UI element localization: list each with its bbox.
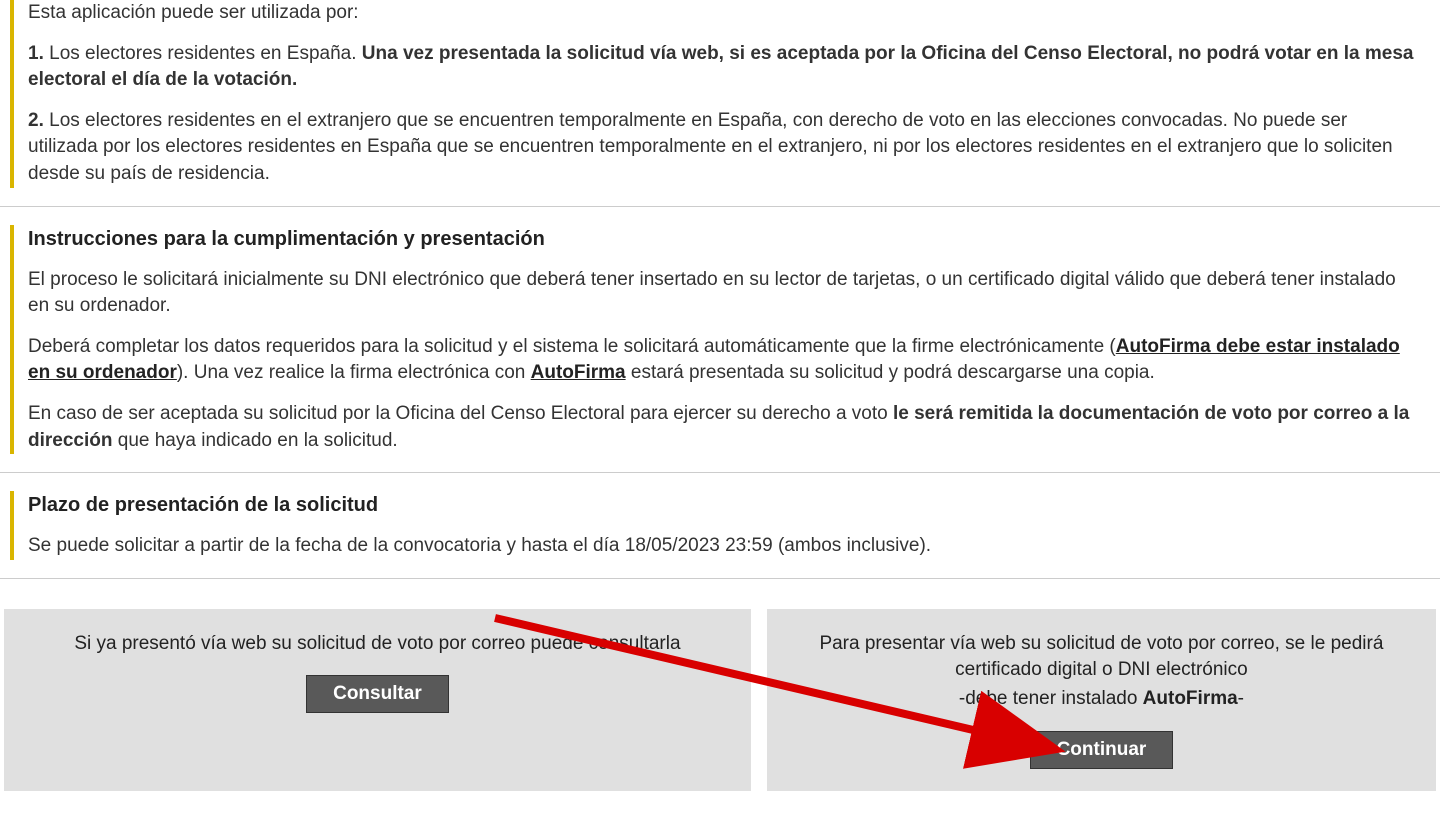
usage-item-2: 2. Los electores residentes en el extran… (28, 108, 1420, 188)
item1-plain: Los electores residentes en España. (44, 43, 362, 64)
continue-box: Para presentar vía web su solicitud de v… (767, 609, 1436, 791)
item2-number: 2. (28, 110, 44, 131)
consult-box: Si ya presentó vía web su solicitud de v… (4, 609, 751, 791)
intro-text: Esta aplicación puede ser utilizada por: (28, 0, 1420, 27)
section-deadline: Plazo de presentación de la solicitud Se… (10, 491, 1420, 560)
continue-button[interactable]: Continuar (1030, 731, 1174, 769)
divider-1 (0, 206, 1440, 207)
item1-number: 1. (28, 43, 44, 64)
actions-row: Si ya presentó vía web su solicitud de v… (0, 609, 1440, 809)
divider-3 (0, 578, 1440, 579)
p3-b: que haya indicado en la solicitud. (112, 430, 397, 451)
instructions-p2: Deberá completar los datos requeridos pa… (28, 334, 1420, 387)
p3-a: En caso de ser aceptada su solicitud por… (28, 403, 893, 424)
consult-text: Si ya presentó vía web su solicitud de v… (34, 631, 721, 658)
section-instructions: Instrucciones para la cumplimentación y … (10, 225, 1420, 455)
deadline-title: Plazo de presentación de la solicitud (28, 491, 1420, 519)
p2-b: ). Una vez realice la firma electrónica … (177, 362, 531, 383)
instructions-p1: El proceso le solicitará inicialmente su… (28, 267, 1420, 320)
p2-c: estará presentada su solicitud y podrá d… (626, 362, 1155, 383)
item2-text: Los electores residentes en el extranjer… (28, 110, 1393, 184)
continue-text-2-bold: AutoFirma (1143, 688, 1238, 709)
continue-text-2a: -debe tener instalado (959, 688, 1143, 709)
divider-2 (0, 472, 1440, 473)
continue-text-2b: - (1238, 688, 1244, 709)
usage-item-1: 1. Los electores residentes en España. U… (28, 41, 1420, 94)
continue-text-1: Para presentar vía web su solicitud de v… (797, 631, 1406, 684)
consult-button[interactable]: Consultar (306, 675, 449, 713)
autofirma-link[interactable]: AutoFirma (531, 362, 626, 383)
instructions-title: Instrucciones para la cumplimentación y … (28, 225, 1420, 253)
instructions-p3: En caso de ser aceptada su solicitud por… (28, 401, 1420, 454)
section-usage: Esta aplicación puede ser utilizada por:… (10, 0, 1420, 188)
deadline-text: Se puede solicitar a partir de la fecha … (28, 533, 1420, 560)
p2-a: Deberá completar los datos requeridos pa… (28, 336, 1116, 357)
continue-text-2: -debe tener instalado AutoFirma- (797, 686, 1406, 713)
